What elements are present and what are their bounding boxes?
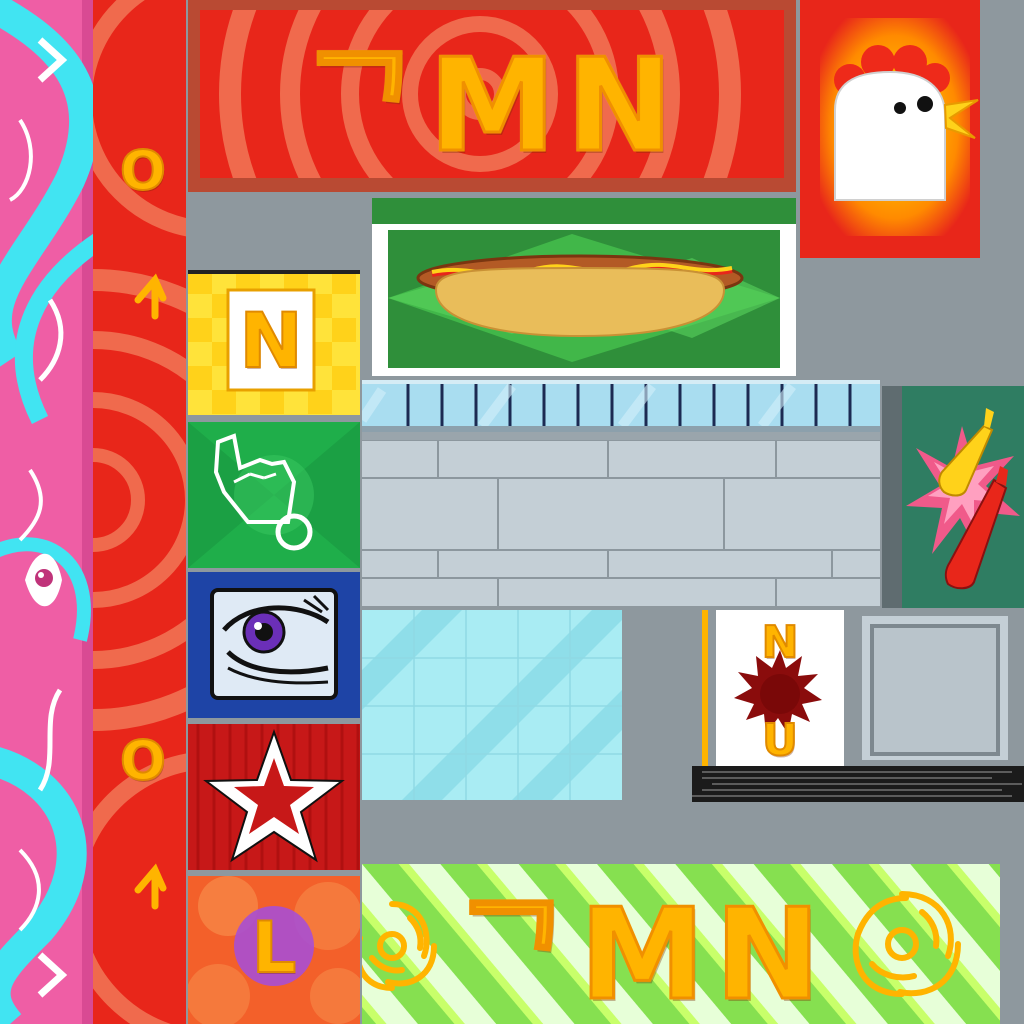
chicken-mascot-panel bbox=[800, 0, 980, 258]
red-spiral-strip: O O bbox=[93, 0, 186, 1024]
splat-sticker: N U bbox=[694, 610, 846, 770]
strip-symbol-top: O bbox=[119, 138, 167, 203]
stone-wall bbox=[362, 432, 880, 606]
dark-vent-strip bbox=[692, 766, 1024, 802]
pointing-hand-icon bbox=[188, 422, 360, 568]
orange-bokeh-panel: L bbox=[188, 876, 360, 1024]
blue-eye-panel bbox=[188, 572, 360, 718]
chicken-mascot-icon bbox=[820, 18, 979, 236]
glass-rail bbox=[362, 380, 880, 432]
yellow-checker-panel: N bbox=[188, 270, 360, 415]
star-icon bbox=[188, 724, 360, 870]
red-star-panel bbox=[188, 724, 360, 870]
strip-symbol-bottom: O bbox=[119, 728, 167, 793]
top-sign-text: ᄀMN bbox=[299, 30, 684, 178]
panel-letter-l: L bbox=[251, 906, 298, 990]
condiment-panel bbox=[882, 386, 1024, 608]
sticker-letter-top: N bbox=[761, 616, 800, 669]
gray-frame-inner bbox=[870, 624, 1000, 756]
pink-swirl-strip bbox=[0, 0, 93, 1024]
sticker-letter-bottom: U bbox=[761, 714, 799, 767]
panel-letter-n: N bbox=[238, 295, 304, 386]
glass-window bbox=[362, 610, 622, 800]
top-red-sign: ᄀMN bbox=[188, 0, 796, 192]
hotdog-icon bbox=[372, 198, 796, 368]
gray-frame-panel bbox=[862, 616, 1008, 760]
green-hand-panel bbox=[188, 422, 360, 568]
cyan-swirl-pattern bbox=[0, 0, 93, 1024]
hotdog-panel bbox=[372, 198, 796, 376]
bottom-green-sign: ᄀMN bbox=[362, 864, 1000, 1024]
eye-icon bbox=[210, 588, 338, 700]
bottom-sign-text: ᄀMN bbox=[452, 880, 831, 1024]
